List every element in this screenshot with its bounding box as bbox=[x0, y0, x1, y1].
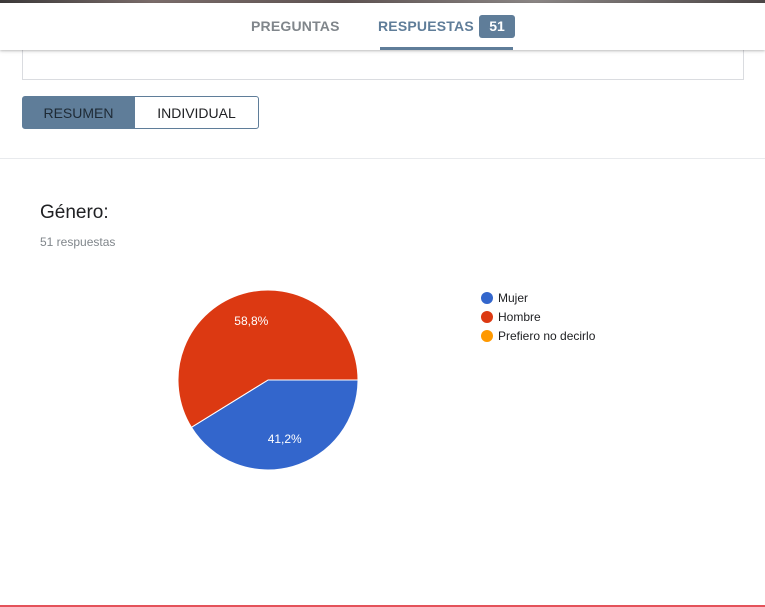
legend-label: Hombre bbox=[498, 310, 541, 324]
pie-data-label: 58,8% bbox=[234, 314, 268, 328]
tab-preguntas[interactable]: PREGUNTAS bbox=[251, 3, 340, 50]
legend-swatch bbox=[481, 330, 493, 342]
responses-count-badge: 51 bbox=[479, 15, 515, 38]
legend-item-prefiero: Prefiero no decirlo bbox=[481, 327, 595, 346]
tabs-bar: PREGUNTAS RESPUESTAS 51 bbox=[0, 3, 765, 50]
legend-label: Prefiero no decirlo bbox=[498, 329, 596, 343]
pie-chart: 41,2% 58,8% bbox=[177, 289, 359, 471]
tab-respuestas[interactable]: RESPUESTAS bbox=[378, 3, 474, 50]
pie-data-label: 41,2% bbox=[268, 432, 302, 446]
legend-label: Mujer bbox=[498, 291, 529, 305]
legend-item-mujer: Mujer bbox=[481, 289, 595, 308]
active-tab-indicator bbox=[380, 47, 513, 50]
chart-legend: Mujer Hombre Prefiero no decirlo bbox=[481, 289, 595, 346]
legend-swatch bbox=[481, 292, 493, 304]
legend-swatch bbox=[481, 311, 493, 323]
legend-item-hombre: Hombre bbox=[481, 308, 595, 327]
